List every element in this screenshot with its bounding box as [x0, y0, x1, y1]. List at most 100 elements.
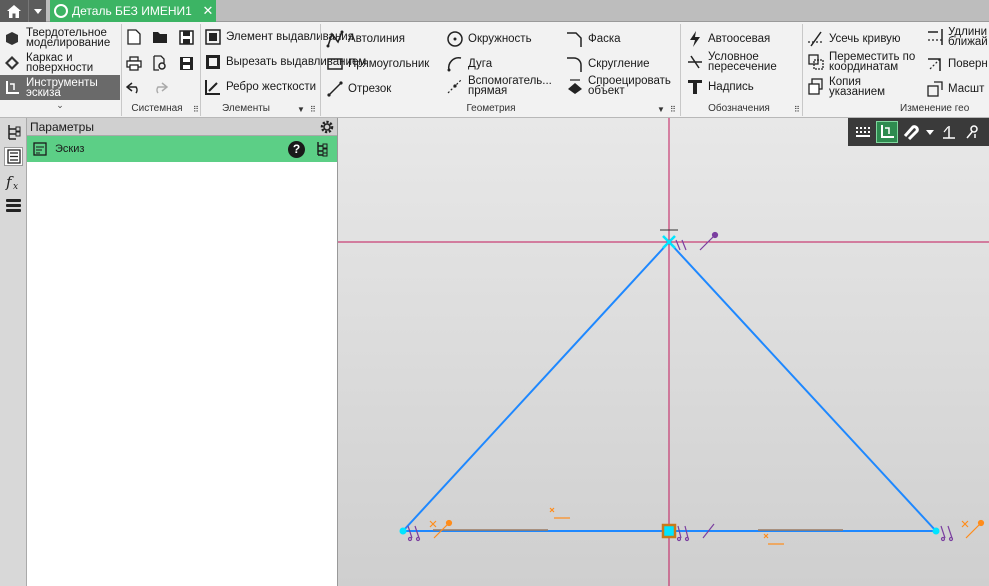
- chamfer-icon: [567, 32, 582, 47]
- home-menu-button[interactable]: [28, 0, 46, 22]
- wireframe-icon: [5, 55, 19, 70]
- copy-by-pointing-tool[interactable]: Копия указанием: [807, 76, 917, 98]
- home-button[interactable]: [0, 0, 28, 22]
- scale-icon: [927, 81, 943, 97]
- save-as-icon[interactable]: [177, 54, 195, 72]
- chevron-down-icon: [926, 129, 934, 135]
- parametric-button[interactable]: [962, 121, 984, 143]
- snap-options-dropdown[interactable]: [924, 121, 936, 143]
- new-file-icon[interactable]: [125, 28, 143, 46]
- group-grip-icon: ⠿: [193, 105, 199, 114]
- midpoint-marker[interactable]: [661, 523, 677, 539]
- tool-label: Отрезок: [348, 83, 392, 95]
- open-folder-icon[interactable]: [151, 28, 169, 46]
- chamfer-tool[interactable]: Фаска: [566, 30, 621, 48]
- circle-icon: [447, 31, 463, 47]
- mode-solid-modeling[interactable]: Твердотельное моделирование: [0, 25, 120, 50]
- sketch-canvas[interactable]: [338, 118, 989, 586]
- move-by-coordinates-tool[interactable]: Переместить по координатам: [807, 51, 922, 73]
- group-expand-icon[interactable]: ▼: [657, 105, 665, 114]
- tree-structure-icon[interactable]: [315, 141, 329, 157]
- variables-fx-icon[interactable]: fx: [4, 172, 23, 191]
- group-label-modify: Изменение гео: [900, 103, 970, 114]
- group-grip-icon: ⠿: [310, 105, 316, 114]
- group-grip-icon: ⠿: [794, 105, 800, 114]
- auto-axis-tool[interactable]: Автоосевая: [686, 30, 770, 48]
- autoline-icon: [326, 30, 344, 48]
- help-button[interactable]: ?: [288, 140, 305, 158]
- conditional-intersection-icon: [688, 55, 702, 69]
- print-icon[interactable]: [125, 54, 143, 72]
- project-object-tool[interactable]: Спроецировать объект: [566, 75, 676, 97]
- constraints-button[interactable]: [938, 121, 960, 143]
- parameters-panel-icon[interactable]: [4, 147, 23, 166]
- document-tab[interactable]: Деталь БЕЗ ИМЕНИ1 ✕: [50, 0, 216, 22]
- parameters-header: Параметры: [27, 118, 337, 136]
- right-endpoint[interactable]: [932, 527, 940, 535]
- right-coincidence-icon: [961, 519, 985, 539]
- autoline-tool[interactable]: Автолиния: [326, 30, 405, 48]
- rectangle-tool[interactable]: Прямоугольник: [326, 55, 429, 73]
- sketch-viewport[interactable]: [338, 118, 989, 586]
- model-tree-icon[interactable]: [4, 123, 23, 142]
- rectangle-icon: [327, 58, 343, 70]
- undo-icon[interactable]: [125, 79, 143, 97]
- rib-tool[interactable]: Ребро жесткости: [204, 78, 316, 96]
- mode-wireframe-surfaces[interactable]: Каркас и поверхности: [0, 50, 120, 75]
- scale-tool[interactable]: Масшт: [926, 80, 989, 98]
- horizontal-constraint-icon: [763, 533, 784, 545]
- segment-tool[interactable]: Отрезок: [326, 80, 391, 98]
- tool-label: Вспомогатель... прямая: [468, 75, 552, 97]
- redo-icon[interactable]: [151, 79, 169, 97]
- group-label-system: Системная: [131, 103, 183, 114]
- triangle-right-side[interactable]: [668, 241, 937, 532]
- part-document-icon: [54, 4, 68, 18]
- tool-label: Усечь кривую: [829, 33, 901, 45]
- sketch-document-icon: [33, 142, 47, 156]
- grid-button[interactable]: [852, 121, 874, 143]
- perpendicular-constraint-icon: [943, 126, 955, 139]
- document-tab-bar: Деталь БЕЗ ИМЕНИ1 ✕: [0, 0, 989, 22]
- close-tab-button[interactable]: ✕: [200, 3, 216, 19]
- mode-sketch-tools[interactable]: Инструменты эскиза: [0, 75, 120, 100]
- save-icon[interactable]: [177, 28, 195, 46]
- layers-icon[interactable]: [4, 196, 23, 215]
- circle-tool[interactable]: Окружность: [446, 30, 532, 48]
- tool-label: Удлини ближай: [948, 27, 988, 47]
- gear-icon[interactable]: [319, 119, 335, 135]
- inscription-tool[interactable]: Надпись: [686, 78, 754, 96]
- auxiliary-line-tool[interactable]: Вспомогатель... прямая: [446, 75, 561, 97]
- sketch-row[interactable]: Эскиз ?: [27, 136, 337, 162]
- tool-label: Переместить по координатам: [829, 51, 916, 73]
- auto-axis-icon: [690, 31, 700, 47]
- preview-icon[interactable]: [151, 54, 169, 72]
- horizontal-constraint-icon: [549, 507, 570, 519]
- left-endpoint[interactable]: [399, 527, 407, 535]
- extend-to-nearest-tool[interactable]: Удлини ближай: [926, 27, 989, 47]
- tool-label: Автоосевая: [708, 33, 771, 45]
- expand-modes-button[interactable]: ⌄: [0, 100, 120, 116]
- tool-label: Копия указанием: [829, 76, 886, 98]
- snap-magnet-button[interactable]: [900, 121, 922, 143]
- arc-tool[interactable]: Дуга: [446, 55, 492, 73]
- tool-label: Прямоугольник: [348, 58, 430, 70]
- solid-cube-icon: [6, 31, 18, 45]
- mode-label: Каркас и поверхности: [26, 51, 94, 74]
- group-label-designations: Обозначения: [708, 103, 770, 114]
- group-label-elements: Элементы: [222, 103, 270, 114]
- conditional-intersection-tool[interactable]: Условное пересечение: [686, 51, 796, 73]
- rotate-tool[interactable]: Поверн: [926, 55, 989, 73]
- trim-curve-icon: [808, 31, 824, 47]
- sketch-mode-button[interactable]: [876, 121, 898, 143]
- extend-icon: [928, 29, 943, 45]
- triangle-left-side[interactable]: [402, 241, 670, 532]
- tool-label: Поверн: [948, 58, 988, 70]
- group-expand-icon[interactable]: ▼: [297, 105, 305, 114]
- trim-curve-tool[interactable]: Усечь кривую: [807, 30, 901, 48]
- midpoint-constraint-icons: [676, 523, 715, 542]
- tool-label: Дуга: [468, 58, 493, 70]
- view-toolbar: [848, 118, 989, 146]
- tool-label: Ребро жесткости: [226, 81, 317, 93]
- fillet-tool[interactable]: Скругление: [566, 55, 650, 73]
- auxiliary-line-icon: [447, 78, 463, 94]
